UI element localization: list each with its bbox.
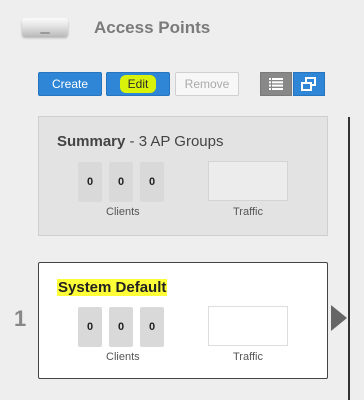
clients-label: Clients [106, 206, 140, 218]
tiles-icon [301, 77, 316, 91]
client-count: 0 [140, 307, 164, 347]
summary-title: Summary - 3 AP Groups [57, 133, 223, 150]
header: Access Points [0, 0, 364, 60]
page-title: Access Points [94, 18, 211, 37]
client-count: 0 [140, 162, 164, 202]
client-count: 0 [109, 307, 133, 347]
edit-button-label: Edit [119, 75, 157, 93]
access-point-icon [22, 18, 68, 36]
traffic-chart [208, 306, 288, 346]
edit-button[interactable]: Edit [106, 72, 170, 96]
ap-group-card[interactable]: System Default 0 0 0 Clients Traffic [38, 262, 328, 379]
summary-title-bold: Summary [57, 133, 126, 150]
group-index: 1 [14, 306, 27, 331]
ap-group-name: System Default [57, 279, 168, 296]
ap-group-title: System Default [57, 279, 168, 296]
detail-panel-edge [348, 117, 350, 400]
list-icon [269, 78, 283, 90]
client-count: 0 [78, 307, 102, 347]
summary-title-count: - 3 AP Groups [125, 133, 224, 150]
remove-button[interactable]: Remove [175, 72, 239, 96]
traffic-label: Traffic [233, 206, 263, 218]
client-count: 0 [78, 162, 102, 202]
client-count: 0 [109, 162, 133, 202]
expand-arrow-icon[interactable] [331, 305, 347, 331]
summary-card[interactable]: Summary - 3 AP Groups 0 0 0 Clients Traf… [38, 116, 328, 236]
traffic-label: Traffic [233, 351, 263, 363]
create-button[interactable]: Create [38, 72, 102, 96]
clients-label: Clients [106, 351, 140, 363]
traffic-chart [208, 161, 288, 201]
list-view-button[interactable] [260, 72, 292, 96]
tiles-view-button[interactable] [293, 72, 325, 96]
